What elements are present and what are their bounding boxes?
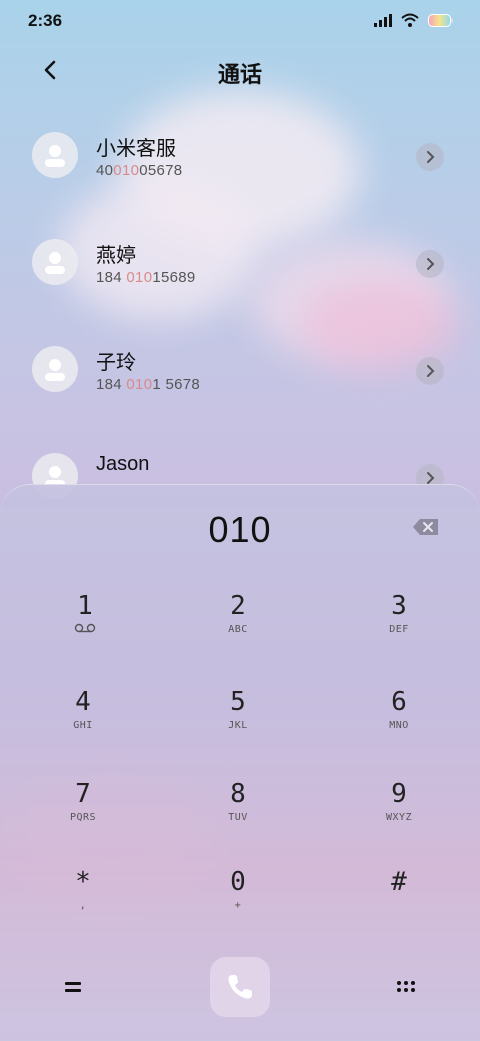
key-hash[interactable]: #: [344, 867, 454, 939]
dialer-bottom-bar: [0, 957, 480, 1021]
battery-icon: [428, 13, 453, 27]
contact-name: 子玲: [96, 352, 136, 374]
chevron-right-icon[interactable]: [416, 250, 444, 278]
page-title: 通话: [217, 62, 262, 87]
person-icon: [45, 145, 65, 167]
status-bar: 2:36: [0, 0, 480, 42]
key-0[interactable]: 0 +: [183, 867, 293, 939]
key-6[interactable]: 6 MNO: [344, 687, 454, 759]
contact-number: 184 01015689: [96, 269, 196, 286]
call-button[interactable]: [210, 957, 270, 1017]
person-icon: [45, 252, 65, 274]
contact-name: Jason: [96, 453, 150, 475]
key-star[interactable]: * ,: [28, 867, 138, 939]
chevron-right-icon[interactable]: [416, 143, 444, 171]
key-7[interactable]: 7 PQRS: [28, 779, 138, 851]
avatar: [32, 239, 78, 285]
key-3[interactable]: 3 DEF: [344, 591, 454, 663]
avatar: [32, 346, 78, 392]
wifi-icon: [401, 13, 419, 27]
status-time: 2:36: [28, 11, 63, 30]
key-9[interactable]: 9 WXYZ: [344, 779, 454, 851]
contact-item[interactable]: 小米客服 4001005678: [0, 118, 480, 214]
avatar: [32, 132, 78, 178]
dialpad-panel: 010 1 2 ABC 3 DEF 4 GHI 5 JKL 6 MNO 7 PQ…: [0, 484, 480, 1041]
dialed-number: 010: [208, 509, 272, 550]
chevron-right-icon[interactable]: [416, 357, 444, 385]
contact-name: 燕婷: [96, 245, 136, 267]
person-icon: [45, 359, 65, 381]
backspace-icon[interactable]: [412, 517, 440, 537]
header: 通话: [0, 48, 480, 94]
key-1[interactable]: 1: [30, 591, 140, 663]
voicemail-icon: [74, 623, 96, 633]
contact-item[interactable]: 燕婷 184 01015689: [0, 225, 480, 321]
key-8[interactable]: 8 TUV: [183, 779, 293, 851]
key-2[interactable]: 2 ABC: [183, 591, 293, 663]
key-4[interactable]: 4 GHI: [28, 687, 138, 759]
contact-number: 184 0101 5678: [96, 376, 201, 393]
contact-number: 4001005678: [96, 162, 183, 179]
contact-name: 小米客服: [96, 138, 176, 160]
phone-icon: [228, 975, 252, 999]
contact-item[interactable]: 子玲 184 0101 5678: [0, 332, 480, 428]
dialpad-grid-icon[interactable]: [394, 977, 418, 997]
signal-icon: [374, 13, 392, 27]
menu-icon[interactable]: [62, 977, 86, 997]
key-5[interactable]: 5 JKL: [183, 687, 293, 759]
